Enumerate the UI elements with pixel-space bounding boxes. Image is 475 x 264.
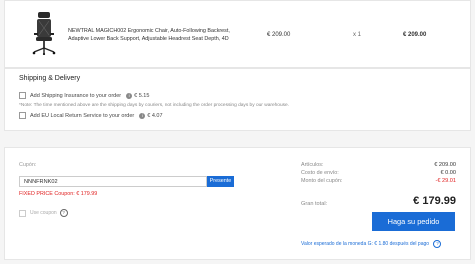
expected-g-coin: Valor esperado de la moneda G: € 1.80 de…: [301, 240, 442, 248]
grand-total-label: Gran total:: [301, 201, 328, 207]
articles-value: € 209.00: [434, 162, 456, 168]
apply-coupon-button[interactable]: Presente: [207, 176, 234, 187]
coupon-amount-label: Monto del cupón:: [301, 178, 343, 184]
return-checkbox[interactable]: [19, 112, 26, 119]
insurance-checkbox[interactable]: [19, 92, 26, 99]
product-name[interactable]: NEWTRAL MAGICH002 Ergonomic Chair, Auto-…: [68, 27, 243, 43]
return-row: Add EU Local Return Service to your orde…: [19, 112, 163, 119]
help-icon[interactable]: ?: [433, 240, 442, 248]
coupon-input[interactable]: [19, 176, 207, 187]
shipping-cost-value: € 0.00: [440, 170, 456, 176]
shipping-note: *Note: The time mentioned above are the …: [19, 103, 290, 108]
shipping-cost-label: Costo de envío:: [301, 170, 339, 176]
product-card: NEWTRAL MAGICH002 Ergonomic Chair, Auto-…: [4, 0, 471, 68]
return-label: Add EU Local Return Service to your orde…: [30, 112, 135, 119]
product-price: € 209.00: [267, 32, 291, 38]
use-coupon-label: Use coupon: [30, 210, 57, 216]
help-icon[interactable]: ?: [59, 209, 68, 217]
shipping-title: Shipping & Delivery: [19, 75, 81, 82]
place-order-button[interactable]: Haga su pedido: [372, 212, 455, 231]
product-total: € 209.00: [403, 32, 427, 38]
coupon-amount-value: -€ 29.01: [435, 178, 456, 184]
use-coupon-toggle[interactable]: [19, 209, 26, 217]
insurance-price: € 5.15: [134, 92, 150, 99]
coupon-label: Cupón:: [19, 162, 37, 168]
product-quantity: x 1: [353, 32, 362, 38]
expected-g-coin-text: Valor esperado de la moneda G: € 1.80 de…: [301, 241, 430, 247]
articles-label: Artículos:: [301, 162, 324, 168]
use-coupon-row[interactable]: Use coupon ?: [19, 209, 68, 217]
insurance-row: Add Shipping Insurance to your order i €…: [19, 92, 149, 99]
fixed-price-coupon: FIXED PRICE Coupon: € 179.99: [19, 191, 98, 197]
grand-total-value: € 179.99: [413, 195, 456, 207]
info-icon: i: [126, 92, 133, 99]
shipping-section: Shipping & Delivery Add Shipping Insuran…: [4, 68, 471, 131]
insurance-label: Add Shipping Insurance to your order: [30, 92, 122, 99]
order-summary-card: Cupón: Presente FIXED PRICE Coupon: € 17…: [4, 147, 471, 260]
office-chair-icon: [32, 12, 56, 55]
info-icon: i: [139, 112, 146, 119]
return-price: € 4.07: [147, 112, 163, 119]
